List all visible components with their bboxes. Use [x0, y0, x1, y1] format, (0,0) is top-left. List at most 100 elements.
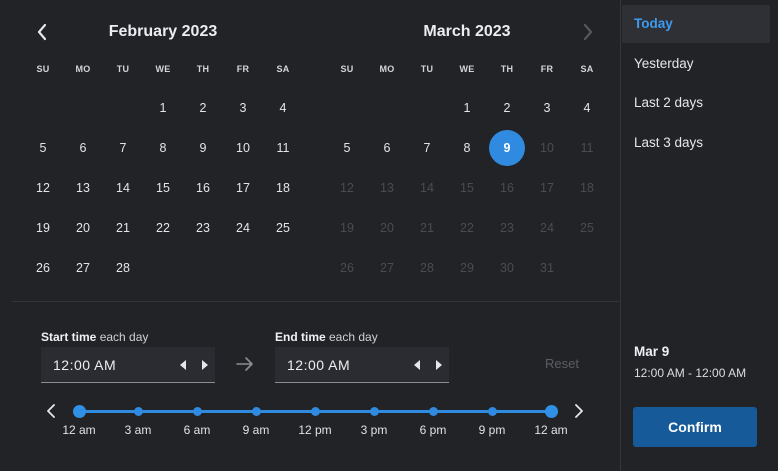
calendar-day: 23	[500, 221, 514, 235]
calendar-day[interactable]: 27	[65, 250, 101, 286]
calendar-day[interactable]: 2	[185, 90, 221, 126]
triangle-right-icon	[201, 360, 208, 370]
slider-tick-label: 3 pm	[360, 423, 388, 437]
calendar-day[interactable]: 9	[185, 130, 221, 166]
calendar-day[interactable]: 1	[449, 90, 485, 126]
calendar-day[interactable]: 7	[105, 130, 141, 166]
summary-date: Mar 9	[634, 344, 670, 359]
calendar-day: 20	[380, 221, 394, 235]
end-time-value: 12:00 AM	[287, 357, 351, 373]
calendar-day[interactable]: 3	[529, 90, 565, 126]
calendar-day: 17	[540, 181, 554, 195]
weekday-header: MO	[379, 64, 395, 74]
weekday-header: WE	[459, 64, 475, 74]
calendar-day[interactable]: 28	[105, 250, 141, 286]
weekday-header: TH	[196, 64, 210, 74]
calendar-day[interactable]: 20	[65, 210, 101, 246]
end-time-field[interactable]: 12:00 AM	[275, 347, 449, 383]
confirm-button[interactable]: Confirm	[633, 407, 757, 447]
preset-last-3-days[interactable]: Last 3 days	[622, 124, 770, 162]
calendar-day: 24	[540, 221, 554, 235]
slider-tick-label: 12 am	[534, 423, 568, 437]
slider-tick-label: 9 pm	[478, 423, 506, 437]
start-time-increment[interactable]	[199, 359, 209, 371]
slider-next-button[interactable]	[571, 402, 587, 420]
preset-last-2-days[interactable]: Last 2 days	[622, 84, 770, 122]
slider-prev-button[interactable]	[43, 402, 59, 420]
calendar-day[interactable]: 8	[145, 130, 181, 166]
slider-tick	[133, 407, 143, 416]
calendar-day: 22	[460, 221, 474, 235]
calendar-day: 31	[540, 261, 554, 275]
slider-tick-label: 12 pm	[298, 423, 332, 437]
preset-panel: Today Yesterday Last 2 days Last 3 days Mar…	[620, 0, 778, 471]
end-time-decrement[interactable]	[412, 359, 422, 371]
calendar-day[interactable]: 15	[145, 170, 181, 206]
slider-end-handle[interactable]	[544, 405, 558, 418]
calendar-day[interactable]: 8	[449, 130, 485, 166]
calendar-day[interactable]: 16	[185, 170, 221, 206]
reset-button[interactable]: Reset	[545, 356, 579, 371]
preset-today[interactable]: Today	[622, 5, 770, 43]
calendar-day[interactable]: 19	[25, 210, 61, 246]
chevron-left-icon	[47, 404, 55, 418]
calendar-day[interactable]: 12	[25, 170, 61, 206]
slider-tick	[310, 407, 320, 416]
calendar-day[interactable]: 14	[105, 170, 141, 206]
calendar-day[interactable]: 3	[225, 90, 261, 126]
start-time-field[interactable]: 12:00 AM	[41, 347, 215, 383]
slider-tick	[428, 407, 438, 416]
calendar-day[interactable]: 6	[65, 130, 101, 166]
calendar-day[interactable]: 18	[265, 170, 301, 206]
weekday-header: FR	[540, 64, 554, 74]
end-time-increment[interactable]	[433, 359, 443, 371]
calendar-day[interactable]: 4	[265, 90, 301, 126]
calendar-day: 25	[580, 221, 594, 235]
calendar-day[interactable]: 17	[225, 170, 261, 206]
section-divider	[12, 301, 619, 302]
calendar-day-selected[interactable]: 9	[489, 130, 525, 166]
calendar-day: 27	[380, 261, 394, 275]
calendar-day[interactable]: 13	[65, 170, 101, 206]
slider-tick-label: 6 am	[183, 423, 211, 437]
calendar-day: 15	[460, 181, 474, 195]
calendar-day: 16	[500, 181, 514, 195]
calendar-day[interactable]: 24	[225, 210, 261, 246]
slider-start-handle[interactable]	[72, 405, 86, 418]
slider-tick	[487, 407, 497, 416]
weekday-header: SU	[340, 64, 354, 74]
start-time-decrement[interactable]	[178, 359, 188, 371]
chevron-right-icon	[575, 404, 583, 418]
calendar-day[interactable]: 26	[25, 250, 61, 286]
slider-tick-label: 6 pm	[419, 423, 447, 437]
calendar-day[interactable]: 21	[105, 210, 141, 246]
calendar-day[interactable]: 1	[145, 90, 181, 126]
calendar-day[interactable]: 23	[185, 210, 221, 246]
start-time-value: 12:00 AM	[53, 357, 117, 373]
calendar-day[interactable]: 22	[145, 210, 181, 246]
calendar-day[interactable]: 11	[265, 130, 301, 166]
next-month-button[interactable]	[576, 20, 600, 44]
weekday-header: TH	[500, 64, 514, 74]
weekday-header: WE	[155, 64, 171, 74]
calendar-day[interactable]: 5	[25, 130, 61, 166]
calendar-day[interactable]: 6	[369, 130, 405, 166]
calendar-day: 26	[340, 261, 354, 275]
month-title-mar: March 2023	[423, 23, 511, 40]
calendar-day[interactable]: 5	[329, 130, 365, 166]
calendar-day: 21	[420, 221, 434, 235]
end-time-label: End time each day	[275, 330, 378, 344]
triangle-right-icon	[435, 360, 442, 370]
weekday-header: MO	[75, 64, 91, 74]
summary-range: 12:00 AM - 12:00 AM	[634, 366, 747, 380]
calendar-day[interactable]: 2	[489, 90, 525, 126]
triangle-left-icon	[179, 360, 186, 370]
calendar-day[interactable]: 10	[225, 130, 261, 166]
calendar-day[interactable]: 25	[265, 210, 301, 246]
preset-yesterday[interactable]: Yesterday	[622, 45, 770, 83]
calendar-day[interactable]: 7	[409, 130, 445, 166]
slider-tick-label: 9 am	[242, 423, 270, 437]
prev-month-button[interactable]	[30, 20, 54, 44]
weekday-header: TU	[420, 64, 434, 74]
calendar-day[interactable]: 4	[569, 90, 605, 126]
